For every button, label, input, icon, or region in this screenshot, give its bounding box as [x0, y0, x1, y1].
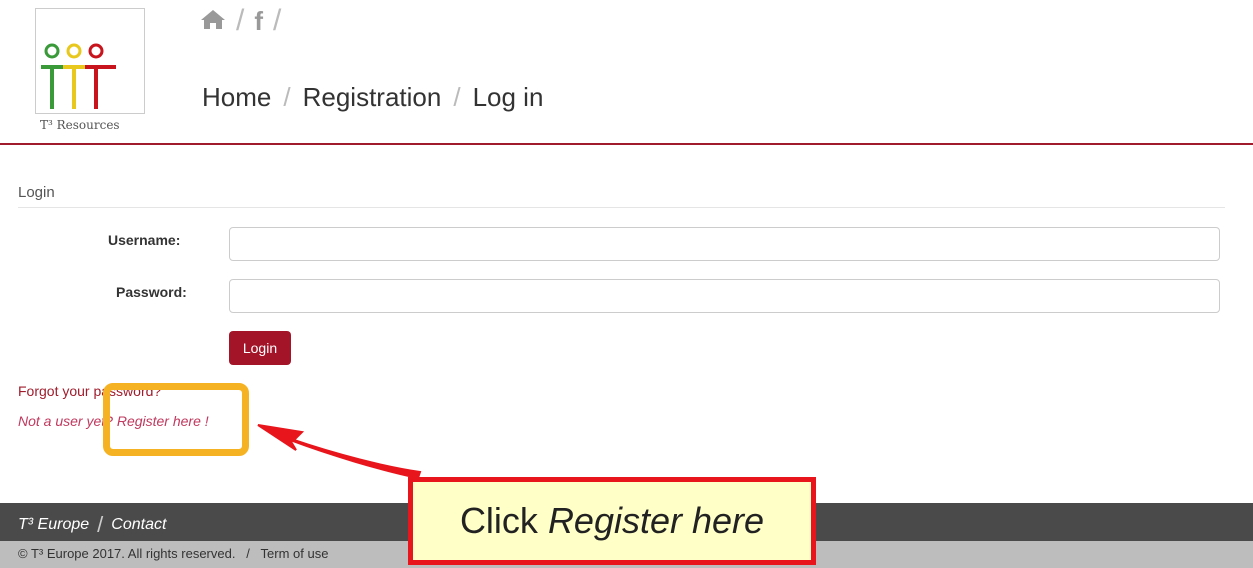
icon-separator: / — [236, 4, 245, 37]
site-logo[interactable] — [35, 8, 145, 114]
site-header: T³ Resources / f / Home / Registration /… — [0, 0, 1253, 145]
footer-brand-link[interactable]: T³ Europe — [18, 516, 89, 534]
password-label: Password: — [116, 284, 187, 300]
breadcrumb-home[interactable]: Home — [202, 82, 271, 113]
terms-link[interactable]: Term of use — [261, 546, 329, 561]
callout-emphasis: Register here — [547, 500, 765, 541]
home-icon[interactable] — [200, 5, 226, 37]
facebook-icon[interactable]: f — [254, 6, 263, 37]
footer-contact-link[interactable]: Contact — [111, 516, 166, 534]
username-input[interactable] — [229, 227, 1220, 261]
breadcrumb-login: Log in — [472, 82, 544, 112]
login-button[interactable]: Login — [229, 331, 291, 365]
copyright-text: © T³ Europe 2017. All rights reserved. — [18, 546, 236, 561]
footer-separator: / — [97, 512, 104, 537]
breadcrumb-separator: / — [283, 82, 291, 112]
breadcrumb-separator: / — [453, 82, 461, 112]
highlight-box — [103, 383, 249, 456]
breadcrumb-registration[interactable]: Registration — [303, 82, 442, 113]
username-label: Username: — [108, 232, 181, 248]
logo-caption: T³ Resources — [40, 118, 120, 132]
social-icons: / f / — [200, 4, 281, 38]
callout-prefix: Click — [459, 500, 548, 541]
password-input[interactable] — [229, 279, 1220, 313]
breadcrumb: Home / Registration / Log in — [202, 82, 543, 113]
header-divider — [0, 143, 1253, 145]
footer-legal-separator: / — [246, 546, 250, 561]
login-section-title: Login — [18, 184, 55, 201]
section-divider — [18, 207, 1225, 208]
icon-separator: / — [273, 4, 282, 37]
instruction-callout: Click Register here — [408, 477, 816, 565]
